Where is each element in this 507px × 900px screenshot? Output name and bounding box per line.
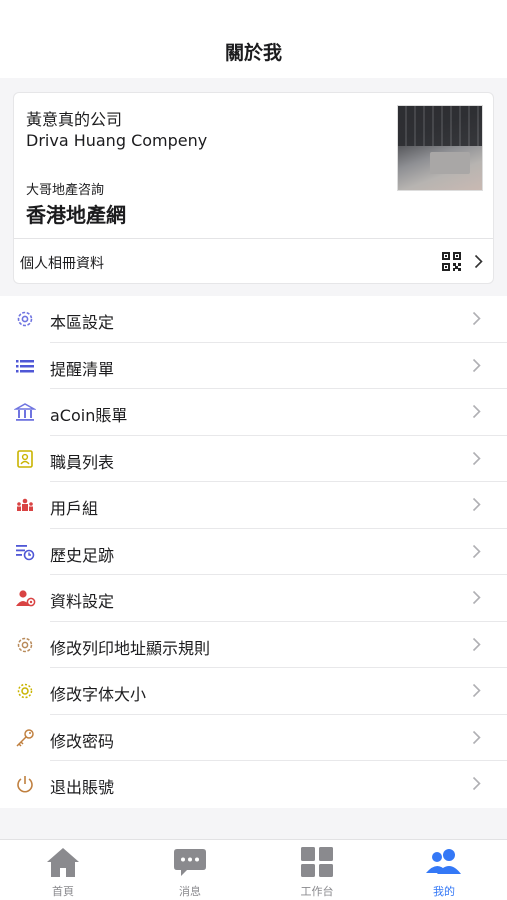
tab-messages[interactable]: 消息 xyxy=(127,840,253,900)
tab-home[interactable]: 首頁 xyxy=(0,840,126,900)
user-settings-icon xyxy=(16,590,36,607)
nav-bar: 關於我 xyxy=(0,0,507,78)
tab-label: 首頁 xyxy=(52,885,74,898)
tab-me[interactable]: 我的 xyxy=(381,840,507,900)
chevron-right-icon xyxy=(472,497,481,512)
agency-name: 香港地產網 xyxy=(26,203,126,227)
menu-item-font-size[interactable]: 修改字体大小 xyxy=(0,668,507,715)
menu-item-label: 歷史足跡 xyxy=(50,545,115,565)
menu-item-label: 修改密码 xyxy=(50,731,115,751)
menu-item-acoin-bill[interactable]: aCoin賬單 xyxy=(0,389,507,436)
album-label: 個人相冊資料 xyxy=(20,256,104,272)
sun-gear-icon xyxy=(17,683,33,699)
menu-item-history[interactable]: 歷史足跡 xyxy=(0,529,507,575)
menu-item-region-settings[interactable]: 本區設定 xyxy=(0,296,507,343)
menu-item-user-group[interactable]: 用戶組 xyxy=(0,482,507,529)
grid-icon xyxy=(301,847,333,877)
menu-item-data-settings[interactable]: 資料設定 xyxy=(0,575,507,622)
page-title: 關於我 xyxy=(224,42,282,64)
company-name-en: Driva Huang Compeny xyxy=(26,131,208,150)
menu-item-label: 本區設定 xyxy=(50,313,115,332)
menu-item-change-password[interactable]: 修改密码 xyxy=(0,715,507,761)
album-row[interactable]: 個人相冊資料 xyxy=(14,238,493,283)
badge-icon xyxy=(17,449,33,468)
history-icon xyxy=(16,544,35,560)
menu-item-label: 修改字体大小 xyxy=(50,685,147,704)
chevron-right-icon xyxy=(472,404,481,419)
chevron-right-icon xyxy=(472,590,481,605)
tab-bar: 首頁 消息 工作台 我的 xyxy=(0,839,507,900)
qr-code-icon[interactable] xyxy=(442,252,461,271)
chevron-right-icon xyxy=(472,637,481,651)
menu-item-label: 職員列表 xyxy=(50,452,115,472)
menu-item-label: 提醒清單 xyxy=(50,359,115,379)
group-icon xyxy=(17,498,33,511)
profile-card[interactable]: 黃意真的公司 Driva Huang Compeny 大哥地產咨詢 香港地產網 … xyxy=(13,92,494,284)
chevron-right-icon xyxy=(472,544,481,558)
chevron-right-icon xyxy=(472,358,481,372)
people-icon xyxy=(426,849,461,874)
home-icon xyxy=(47,848,79,877)
menu-item-staff-list[interactable]: 職員列表 xyxy=(0,436,507,482)
menu-item-label: 退出賬號 xyxy=(50,778,115,797)
chevron-right-icon xyxy=(472,776,481,791)
chevron-right-icon xyxy=(474,254,483,269)
menu-item-reminders[interactable]: 提醒清單 xyxy=(0,343,507,389)
menu-item-label: aCoin賬單 xyxy=(50,406,128,425)
menu-item-label: 修改列印地址顯示規則 xyxy=(50,638,211,658)
menu-item-label: 資料設定 xyxy=(50,592,115,611)
menu-item-logout[interactable]: 退出賬號 xyxy=(0,761,507,808)
profile-photo[interactable] xyxy=(397,105,483,191)
tab-workbench[interactable]: 工作台 xyxy=(254,840,380,900)
tab-label: 我的 xyxy=(433,885,455,898)
settings-menu: 本區設定 提醒清單 aCoin賬單 職員列表 用戶組 歷史足跡 資料設定 修改列… xyxy=(0,296,507,808)
chevron-right-icon xyxy=(472,451,481,465)
menu-item-label: 用戶組 xyxy=(50,499,99,518)
gear-outline-icon xyxy=(17,637,33,652)
list-icon xyxy=(16,359,34,372)
menu-item-print-address-rules[interactable]: 修改列印地址顯示規則 xyxy=(0,622,507,668)
chevron-right-icon xyxy=(472,730,481,744)
tab-label: 消息 xyxy=(179,885,201,898)
chevron-right-icon xyxy=(472,311,481,326)
key-icon xyxy=(16,728,34,747)
chevron-right-icon xyxy=(472,683,481,698)
gear-icon xyxy=(17,311,33,327)
bank-icon xyxy=(14,403,36,421)
chat-icon xyxy=(174,849,206,876)
company-name-cn: 黃意真的公司 xyxy=(26,110,123,129)
tab-label: 工作台 xyxy=(300,885,334,898)
power-icon xyxy=(17,776,33,793)
agency-sub-label: 大哥地產咨詢 xyxy=(26,183,105,198)
